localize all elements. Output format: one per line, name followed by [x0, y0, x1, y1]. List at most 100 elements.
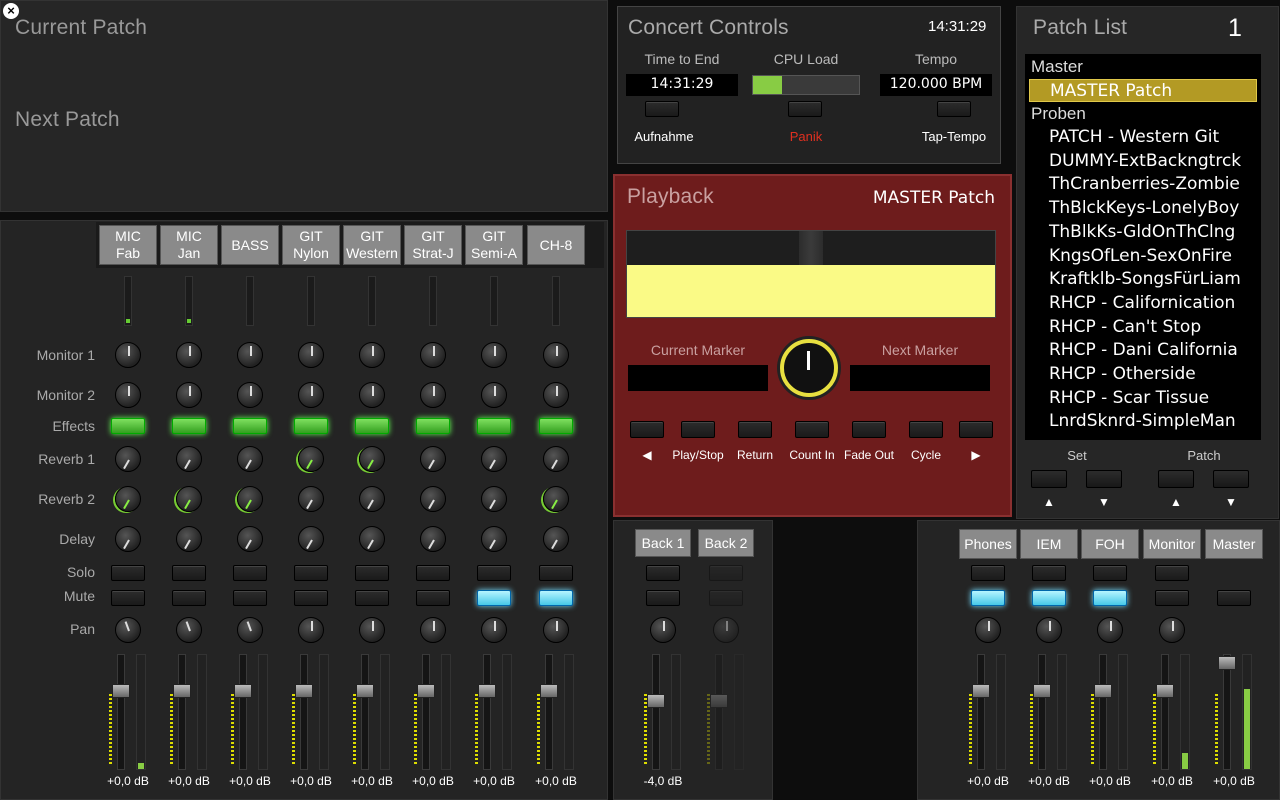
solo-button-1[interactable]: [172, 565, 206, 581]
reverb2-knob-3[interactable]: [298, 486, 324, 512]
aux-pan-knob-0[interactable]: [650, 617, 676, 643]
channel-fader-6-cap[interactable]: [478, 684, 496, 698]
effects-button-5[interactable]: [416, 418, 450, 434]
monitor1-knob-6[interactable]: [481, 342, 507, 368]
patch-item[interactable]: ThCranberries-Zombie: [1025, 173, 1261, 197]
monitor1-knob-5[interactable]: [420, 342, 446, 368]
patch-item[interactable]: KngsOfLen-SexOnFire: [1025, 245, 1261, 269]
pan-knob-1[interactable]: [176, 617, 202, 643]
channel-fader-7[interactable]: [537, 654, 577, 770]
monitor2-knob-5[interactable]: [420, 382, 446, 408]
delay-knob-4[interactable]: [359, 526, 385, 552]
monitor2-knob-3[interactable]: [298, 382, 324, 408]
solo-button-4[interactable]: [355, 565, 389, 581]
channel-name-2[interactable]: BASS: [221, 225, 279, 265]
monitor1-knob-0[interactable]: [115, 342, 141, 368]
aux-bus-name-0[interactable]: Back 1: [635, 529, 691, 557]
transport-button-1[interactable]: [681, 421, 715, 438]
channel-name-4[interactable]: GIT Western: [343, 225, 401, 265]
tap-tempo-button[interactable]: [937, 101, 971, 117]
aux-fader-0-cap[interactable]: [647, 694, 665, 708]
output-fader-0[interactable]: [969, 654, 1009, 770]
output-solo-button-3[interactable]: [1155, 565, 1189, 581]
monitor2-knob-2[interactable]: [237, 382, 263, 408]
output-solo-button-1[interactable]: [1032, 565, 1066, 581]
pan-knob-3[interactable]: [298, 617, 324, 643]
output-bus-name-4[interactable]: Master: [1205, 529, 1263, 559]
output-fader-2[interactable]: [1091, 654, 1131, 770]
solo-button-0[interactable]: [111, 565, 145, 581]
output-solo-button-0[interactable]: [971, 565, 1005, 581]
patch-item[interactable]: RHCP - Californication: [1025, 292, 1261, 316]
reverb2-knob-6[interactable]: [481, 486, 507, 512]
output-bus-name-0[interactable]: Phones: [959, 529, 1017, 559]
set-up-button[interactable]: [1031, 470, 1067, 488]
output-mute-button-4[interactable]: [1217, 590, 1251, 606]
aux-bus-name-1[interactable]: Back 2: [698, 529, 754, 557]
pan-knob-2[interactable]: [237, 617, 263, 643]
pan-knob-6[interactable]: [481, 617, 507, 643]
transport-button-4[interactable]: [852, 421, 886, 438]
output-mute-button-3[interactable]: [1155, 590, 1189, 606]
transport-button-3[interactable]: [795, 421, 829, 438]
mute-button-7[interactable]: [539, 590, 573, 606]
effects-button-6[interactable]: [477, 418, 511, 434]
delay-knob-5[interactable]: [420, 526, 446, 552]
patch-item[interactable]: RHCP - Scar Tissue: [1025, 387, 1261, 411]
playback-dial[interactable]: [780, 339, 838, 397]
output-mute-button-2[interactable]: [1093, 590, 1127, 606]
channel-fader-2-cap[interactable]: [234, 684, 252, 698]
monitor1-knob-4[interactable]: [359, 342, 385, 368]
reverb1-knob-6[interactable]: [481, 446, 507, 472]
aux-mute-button-0[interactable]: [646, 590, 680, 606]
output-mute-button-0[interactable]: [971, 590, 1005, 606]
output-fader-3-cap[interactable]: [1156, 684, 1174, 698]
patch-up-button[interactable]: [1158, 470, 1194, 488]
mute-button-2[interactable]: [233, 590, 267, 606]
channel-name-1[interactable]: MIC Jan: [160, 225, 218, 265]
output-mute-button-1[interactable]: [1032, 590, 1066, 606]
channel-fader-7-cap[interactable]: [540, 684, 558, 698]
monitor1-knob-1[interactable]: [176, 342, 202, 368]
monitor2-knob-6[interactable]: [481, 382, 507, 408]
reverb2-knob-0[interactable]: [115, 486, 141, 512]
aux-fader-1-cap[interactable]: [710, 694, 728, 708]
patch-item[interactable]: ThBlckKeys-LonelyBoy: [1025, 197, 1261, 221]
reverb2-knob-2[interactable]: [237, 486, 263, 512]
effects-button-4[interactable]: [355, 418, 389, 434]
transport-button-6[interactable]: [959, 421, 993, 438]
aux-fader-0[interactable]: [644, 654, 684, 770]
solo-button-2[interactable]: [233, 565, 267, 581]
transport-button-0[interactable]: [630, 421, 664, 438]
record-button[interactable]: [645, 101, 679, 117]
channel-fader-3-cap[interactable]: [295, 684, 313, 698]
channel-fader-0[interactable]: [109, 654, 149, 770]
monitor2-knob-0[interactable]: [115, 382, 141, 408]
mute-button-3[interactable]: [294, 590, 328, 606]
solo-button-6[interactable]: [477, 565, 511, 581]
channel-fader-0-cap[interactable]: [112, 684, 130, 698]
output-bus-name-1[interactable]: IEM: [1020, 529, 1078, 559]
channel-name-0[interactable]: MIC Fab: [99, 225, 157, 265]
reverb1-knob-7[interactable]: [543, 446, 569, 472]
output-fader-0-cap[interactable]: [972, 684, 990, 698]
channel-name-7[interactable]: CH-8: [527, 225, 585, 265]
output-fader-2-cap[interactable]: [1094, 684, 1112, 698]
pan-knob-4[interactable]: [359, 617, 385, 643]
reverb2-knob-7[interactable]: [543, 486, 569, 512]
effects-button-1[interactable]: [172, 418, 206, 434]
pan-knob-0[interactable]: [115, 617, 141, 643]
patch-down-button[interactable]: [1213, 470, 1249, 488]
output-bus-name-2[interactable]: FOH: [1081, 529, 1139, 559]
reverb1-knob-1[interactable]: [176, 446, 202, 472]
channel-fader-4[interactable]: [353, 654, 393, 770]
monitor2-knob-1[interactable]: [176, 382, 202, 408]
effects-button-0[interactable]: [111, 418, 145, 434]
effects-button-7[interactable]: [539, 418, 573, 434]
patch-item[interactable]: DUMMY-ExtBackngtrck: [1025, 150, 1261, 174]
output-bus-name-3[interactable]: Monitor: [1143, 529, 1201, 559]
patch-item[interactable]: LnrdSknrd-SimpleMan: [1025, 410, 1261, 434]
output-pan-knob-2[interactable]: [1097, 617, 1123, 643]
reverb1-knob-4[interactable]: [359, 446, 385, 472]
channel-fader-5[interactable]: [414, 654, 454, 770]
